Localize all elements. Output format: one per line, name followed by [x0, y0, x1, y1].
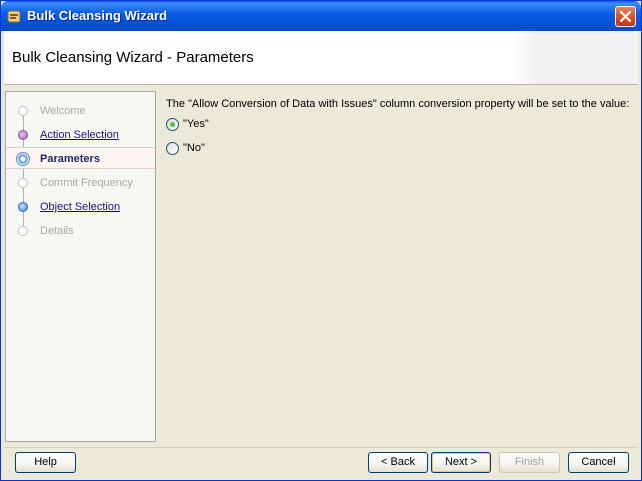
radio-no-label[interactable]: "No"	[183, 142, 205, 154]
step-details: Details	[6, 220, 155, 242]
radio-yes[interactable]	[166, 118, 179, 131]
close-button[interactable]	[615, 6, 636, 27]
parameters-content: The "Allow Conversion of Data with Issue…	[161, 91, 637, 442]
wizard-header: Bulk Cleansing Wizard - Parameters	[4, 31, 638, 85]
step-status-icon	[18, 226, 28, 236]
title-bar[interactable]: Bulk Cleansing Wizard	[1, 1, 641, 31]
radio-no[interactable]	[166, 142, 179, 155]
close-icon	[620, 11, 631, 22]
wizard-window: Bulk Cleansing Wizard Bulk Cleansing Wiz…	[0, 0, 642, 481]
radio-yes-label[interactable]: "Yes"	[183, 118, 209, 130]
cancel-button[interactable]: Cancel	[568, 452, 629, 473]
step-status-icon	[18, 202, 28, 212]
step-status-icon	[18, 130, 28, 140]
page-title: Bulk Cleansing Wizard - Parameters	[12, 49, 254, 66]
help-button[interactable]: Help	[15, 452, 76, 473]
finish-button: Finish	[499, 452, 560, 473]
step-status-icon	[18, 178, 28, 188]
current-step-icon	[16, 152, 30, 166]
step-object-selection[interactable]: Object Selection	[6, 196, 155, 218]
step-parameters: Parameters	[6, 147, 155, 169]
step-welcome: Welcome	[6, 100, 155, 122]
step-action-selection[interactable]: Action Selection	[6, 124, 155, 146]
back-button[interactable]: < Back	[368, 452, 428, 473]
step-label: Welcome	[40, 105, 86, 117]
step-commit-frequency: Commit Frequency	[6, 172, 155, 194]
parameter-prompt: The "Allow Conversion of Data with Issue…	[166, 98, 630, 110]
step-status-icon	[18, 106, 28, 116]
step-label: Parameters	[40, 153, 100, 165]
footer-divider	[4, 447, 638, 448]
window-title: Bulk Cleansing Wizard	[27, 8, 168, 23]
wizard-app-icon	[7, 9, 22, 24]
step-label[interactable]: Action Selection	[40, 129, 119, 141]
step-label: Details	[40, 225, 74, 237]
step-label[interactable]: Object Selection	[40, 201, 120, 213]
wizard-steps-panel: Welcome Action Selection Parameters Comm…	[5, 91, 156, 442]
step-label: Commit Frequency	[40, 177, 133, 189]
next-button[interactable]: Next >	[431, 452, 491, 473]
